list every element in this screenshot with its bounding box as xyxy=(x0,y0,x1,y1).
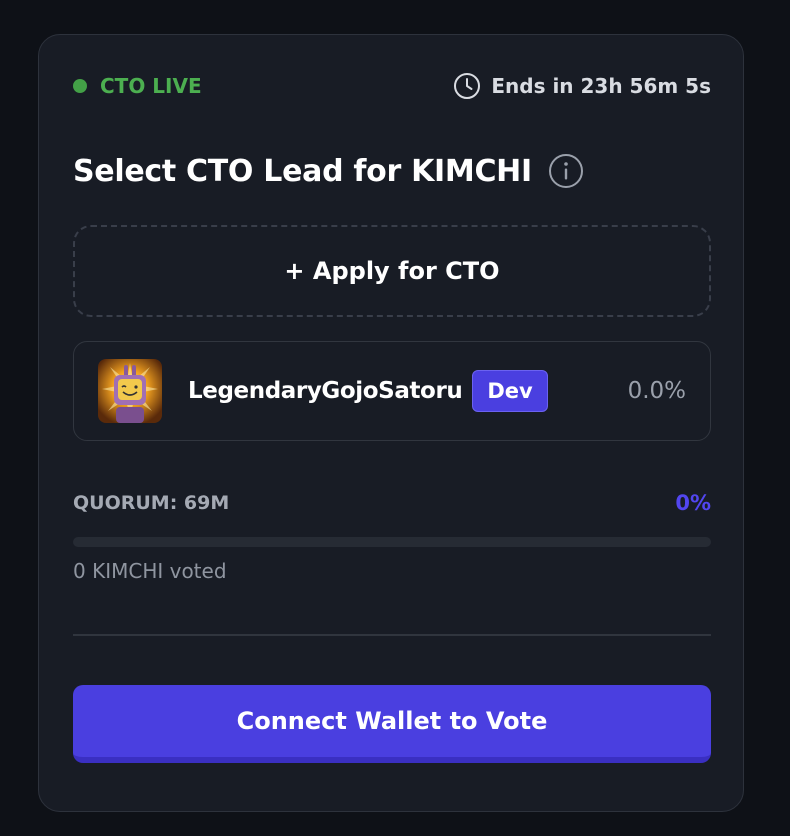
title-row: Select CTO Lead for KIMCHI xyxy=(73,153,584,189)
timer-label: Ends in 23h 56m 5s xyxy=(491,74,711,98)
status-row: CTO LIVE Ends in 23h 56m 5s xyxy=(73,71,711,101)
cto-vote-card: CTO LIVE Ends in 23h 56m 5s Select CTO L… xyxy=(38,34,744,812)
quorum-label: QUORUM: 69M xyxy=(73,492,230,514)
divider xyxy=(73,634,711,636)
live-label: CTO LIVE xyxy=(100,74,202,98)
avatar xyxy=(98,359,162,423)
live-status: CTO LIVE xyxy=(73,74,202,98)
page-title: Select CTO Lead for KIMCHI xyxy=(73,153,532,189)
countdown-timer: Ends in 23h 56m 5s xyxy=(453,72,711,100)
candidate-name: LegendaryGojoSatoru xyxy=(188,378,463,404)
candidate-row[interactable]: LegendaryGojoSatoru Dev 0.0% xyxy=(73,341,711,441)
quorum-percent: 0% xyxy=(675,491,711,515)
connect-wallet-label: Connect Wallet to Vote xyxy=(236,707,548,735)
apply-for-cto-button[interactable]: + Apply for CTO xyxy=(73,225,711,317)
apply-label: + Apply for CTO xyxy=(284,257,500,285)
candidate-vote-percent: 0.0% xyxy=(627,378,686,404)
connect-wallet-button[interactable]: Connect Wallet to Vote xyxy=(73,685,711,763)
info-icon[interactable] xyxy=(548,153,584,189)
quorum-progress-bar xyxy=(73,537,711,547)
voted-count: 0 KIMCHI voted xyxy=(73,559,227,583)
live-dot-icon xyxy=(73,79,87,93)
clock-icon xyxy=(454,73,481,99)
dev-badge: Dev xyxy=(472,370,548,412)
quorum-row: QUORUM: 69M 0% xyxy=(73,491,711,515)
